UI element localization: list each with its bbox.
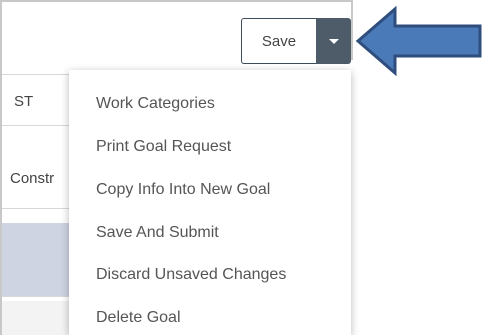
divider <box>2 296 69 297</box>
panel-border-top <box>0 0 353 2</box>
table-row-highlight <box>2 223 69 296</box>
save-button[interactable]: Save <box>241 18 316 64</box>
menu-item-work-categories[interactable]: Work Categories <box>96 95 215 113</box>
annotation-arrow-icon <box>355 6 482 76</box>
menu-item-save-and-submit[interactable]: Save And Submit <box>96 224 219 242</box>
table-cell: Constr <box>10 170 55 187</box>
menu-item-delete-goal[interactable]: Delete Goal <box>96 309 181 327</box>
menu-item-discard-unsaved-changes[interactable]: Discard Unsaved Changes <box>96 266 286 284</box>
menu-item-print-goal-request[interactable]: Print Goal Request <box>96 138 231 156</box>
caret-down-icon <box>328 38 339 44</box>
divider <box>2 208 69 209</box>
panel-border-right <box>351 0 353 60</box>
table-cell: ST <box>14 93 34 110</box>
menu-item-copy-info-into-new-goal[interactable]: Copy Info Into New Goal <box>96 181 270 199</box>
divider <box>2 125 69 126</box>
save-options-dropdown-toggle[interactable] <box>316 18 351 64</box>
save-options-menu: Work Categories Print Goal Request Copy … <box>69 70 351 335</box>
table-row <box>2 301 69 335</box>
